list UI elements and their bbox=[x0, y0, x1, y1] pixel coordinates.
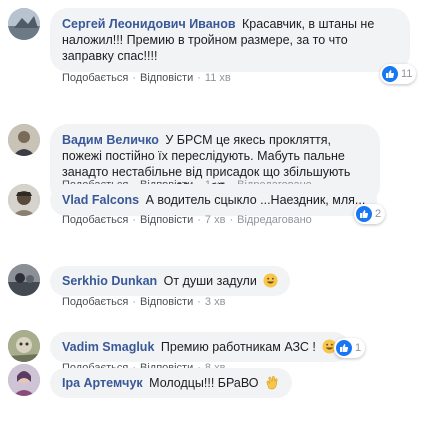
reply-link[interactable]: Відповісти bbox=[140, 296, 193, 308]
comment-text: Премию работникам АЗС ! bbox=[160, 340, 316, 354]
comment-text: А водитель сцыкло ...Наездник, мля... bbox=[145, 193, 366, 207]
avatar[interactable] bbox=[8, 364, 40, 396]
clap-emoji-icon bbox=[265, 375, 280, 390]
comment-author[interactable]: Vadim Smagluk bbox=[62, 340, 154, 354]
reaction-summary[interactable]: 1 bbox=[334, 338, 366, 358]
reaction-count: 2 bbox=[375, 208, 382, 220]
avatar[interactable] bbox=[8, 264, 40, 296]
comment-author[interactable]: Іра Артемчук bbox=[62, 376, 143, 390]
comment-bubble: Vlad Falcons А водитель сцыкло ...Наездн… bbox=[50, 184, 378, 216]
comment-author[interactable]: Сергей Леонидович Иванов bbox=[62, 17, 236, 31]
comment-text: От души задули bbox=[163, 274, 257, 288]
comment-bubble: Іра Артемчук Молодцы!!! БРаВО bbox=[50, 368, 293, 398]
comment-actions: Подобається · Відповісти · 7 хв · Відредагован… bbox=[62, 214, 312, 226]
comment-bubble: Serkhio Dunkan От души задули bbox=[50, 266, 291, 296]
comment-author[interactable]: Вадим Величко bbox=[62, 133, 159, 147]
reaction-summary[interactable]: 11 bbox=[380, 64, 417, 84]
like-reaction-icon bbox=[336, 340, 352, 356]
comment-text: Молодцы!!! БРаВО bbox=[149, 376, 259, 390]
reply-link[interactable]: Відповісти bbox=[140, 72, 193, 84]
reaction-count: 1 bbox=[355, 342, 362, 354]
comment-time[interactable]: 11 хв bbox=[205, 72, 231, 84]
smile-emoji-icon bbox=[263, 273, 278, 288]
comment-author[interactable]: Serkhio Dunkan bbox=[62, 274, 157, 288]
reply-link[interactable]: Відповісти bbox=[140, 214, 193, 226]
reaction-count: 11 bbox=[401, 68, 413, 80]
avatar[interactable] bbox=[8, 124, 40, 156]
avatar[interactable] bbox=[8, 184, 40, 216]
like-link[interactable]: Подобається bbox=[62, 214, 128, 226]
like-link[interactable]: Подобається bbox=[62, 296, 128, 308]
reaction-summary[interactable]: 2 bbox=[354, 204, 386, 224]
like-reaction-icon bbox=[382, 66, 398, 82]
comment-time[interactable]: 7 хв bbox=[205, 214, 226, 226]
edited-label[interactable]: Відредаговано bbox=[237, 214, 312, 226]
avatar[interactable] bbox=[8, 8, 40, 40]
comment-bubble: Сергей Леонидович Иванов Красавчик, в шт… bbox=[50, 8, 410, 72]
avatar[interactable] bbox=[8, 330, 40, 362]
comment-actions: Подобається · Відповісти · 3 хв bbox=[62, 296, 226, 308]
comment-time[interactable]: 3 хв bbox=[205, 296, 226, 308]
comment-author[interactable]: Vlad Falcons bbox=[62, 193, 139, 207]
like-link[interactable]: Подобається bbox=[62, 72, 128, 84]
like-reaction-icon bbox=[356, 206, 372, 222]
comment-bubble: Vadim Smagluk Премию работникам АЗС ! bbox=[50, 332, 350, 362]
comment-actions: Подобається · Відповісти · 11 хв bbox=[62, 72, 231, 84]
